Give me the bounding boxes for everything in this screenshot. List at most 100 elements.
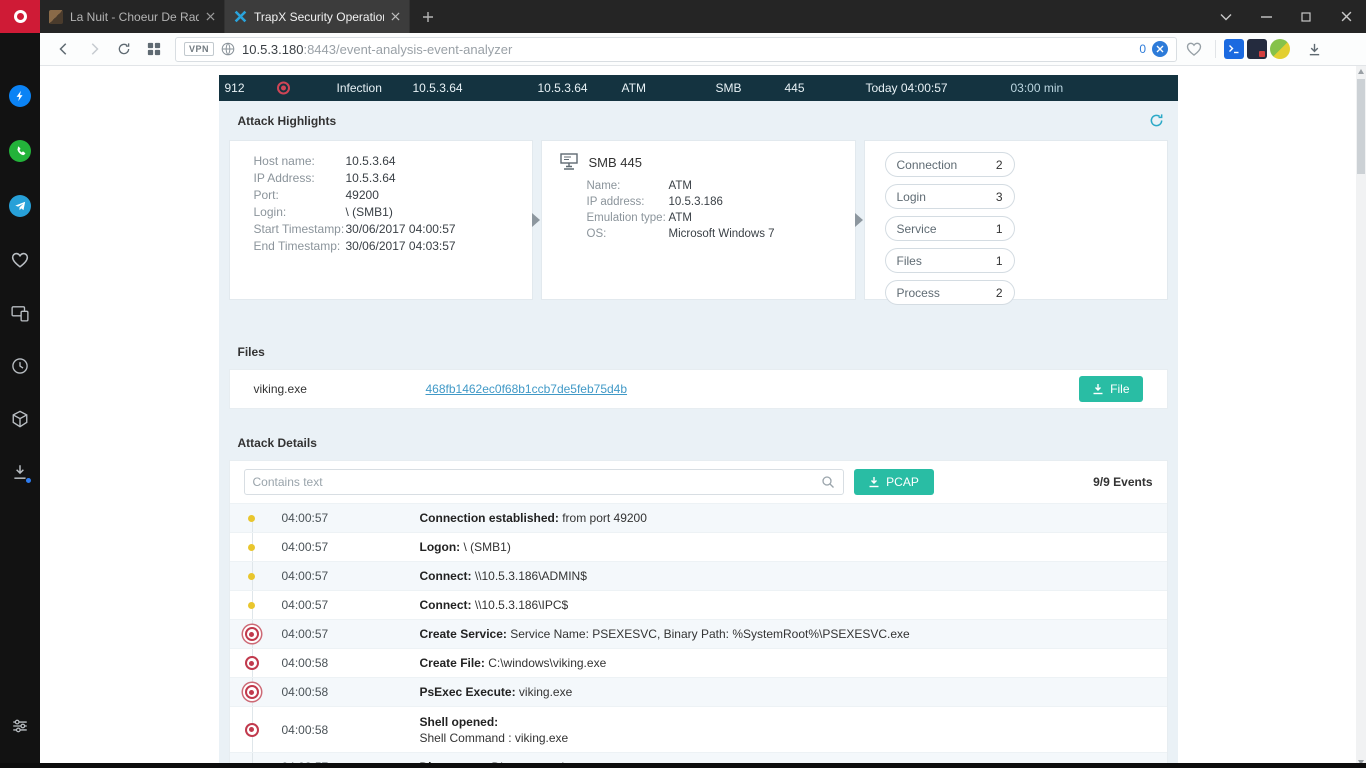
downloads-button[interactable] (1301, 36, 1328, 62)
extension-terminal-icon[interactable] (1224, 39, 1244, 59)
attacker-host-card: Host name: 10.5.3.64 IP Address: 10.5.3.64… (228, 140, 533, 300)
attack-details-panel: PCAP 9/9 Events 04:00:57 Connection esta… (228, 460, 1168, 768)
tab-bar: La Nuit - Choeur De Radio TrapX Security… (40, 0, 1366, 33)
favorites-heart-icon[interactable] (10, 250, 30, 270)
high-severity-target-icon (244, 722, 259, 737)
sidebar-settings-icon[interactable] (10, 716, 30, 736)
event-text: \ (SMB1) (460, 540, 511, 554)
event-time: 04:00:57 (281, 540, 329, 554)
event-counters-card: Connection 2 Login 3 Service 1 Files 1 Proce… (863, 140, 1168, 305)
scrollbar-thumb[interactable] (1357, 79, 1365, 174)
messenger-icon[interactable] (9, 85, 31, 107)
close-button[interactable] (1326, 0, 1366, 33)
forward-button[interactable] (80, 36, 107, 62)
counter-value: 1 (995, 253, 1003, 268)
counter-value: 2 (995, 157, 1003, 172)
kv-label: Login: (253, 205, 287, 219)
counter-process[interactable]: Process 2 (884, 280, 1015, 305)
event-item[interactable]: 04:00:57 Connect: \\10.5.3.186\IPC$ (229, 590, 1167, 619)
extension-icon-3[interactable] (1270, 39, 1290, 59)
event-time: 04:00:57 (281, 511, 329, 525)
minimize-button[interactable] (1246, 0, 1286, 33)
kv-value: Microsoft Windows 7 (668, 228, 775, 240)
tab-favicon (49, 9, 63, 24)
low-severity-dot-icon (248, 572, 255, 580)
my-flow-icon[interactable] (10, 303, 30, 323)
extension-icon-2[interactable] (1247, 39, 1267, 59)
tab-close-icon[interactable] (206, 12, 215, 21)
new-tab-button[interactable] (410, 0, 446, 33)
telegram-icon[interactable] (9, 195, 31, 217)
event-item[interactable]: 04:00:57 Logon: \ (SMB1) (229, 532, 1167, 561)
selected-event-row[interactable]: 912 Infection 10.5.3.64 10.5.3.64 ATM SM… (218, 75, 1178, 101)
event-time: 04:00:58 (281, 685, 329, 699)
search-box[interactable] (243, 469, 844, 495)
download-notification-dot (25, 477, 32, 484)
event-type: Infection (336, 81, 382, 95)
page-scrollbar[interactable] (1356, 66, 1366, 768)
kv-value: 10.5.3.64 (345, 154, 396, 168)
kv-value: 10.5.3.186 (668, 196, 723, 208)
counter-service[interactable]: Service 1 (884, 216, 1015, 241)
back-button[interactable] (50, 36, 77, 62)
event-item[interactable]: 04:00:57 Connection established: from po… (229, 503, 1167, 532)
url-path: :8443/event-analysis-event-analyzer (303, 41, 513, 57)
event-label: Create Service: (419, 627, 507, 641)
event-text: viking.exe (515, 685, 573, 699)
save-heart-icon[interactable] (1180, 36, 1207, 62)
vpn-badge[interactable]: VPN (184, 42, 215, 56)
infection-target-icon (276, 81, 290, 95)
event-text: Service Name: PSEXESVC, Binary Path: %Sy… (506, 627, 910, 641)
smb-server-icon (558, 152, 580, 172)
event-item[interactable]: 04:00:58 Create File: C:\windows\viking.… (229, 648, 1167, 677)
kv-label: Emulation type: (586, 212, 666, 224)
downloads-sidebar-icon[interactable] (10, 462, 32, 484)
event-item[interactable]: 04:00:57 Create Service: Service Name: P… (229, 619, 1167, 648)
event-text-line2: Shell Command : viking.exe (419, 730, 569, 745)
counter-label: Service (896, 221, 937, 236)
reload-button[interactable] (110, 36, 137, 62)
event-label: Connect: (419, 598, 472, 612)
file-row: viking.exe 468fb1462ec0f68b1ccb7de5feb75… (228, 369, 1168, 409)
kv-value: 10.5.3.64 (345, 171, 396, 185)
counter-value: 3 (995, 189, 1003, 204)
pcap-download-button[interactable]: PCAP (853, 469, 934, 495)
event-item[interactable]: 04:00:58 Shell opened: Shell Command : v… (229, 706, 1167, 752)
event-text: C:\windows\viking.exe (484, 656, 607, 670)
file-hash-link[interactable]: 468fb1462ec0f68b1ccb7de5feb75d4b (426, 382, 1080, 396)
event-service: SMB (715, 81, 742, 95)
event-item[interactable]: 04:00:58 PsExec Execute: viking.exe (229, 677, 1167, 706)
event-time: 04:00:57 (281, 569, 329, 583)
extensions-cube-icon[interactable] (10, 409, 30, 429)
counter-label: Connection (896, 157, 958, 172)
address-bar[interactable]: VPN 10.5.3.180:8443/event-analysis-event… (175, 36, 1177, 62)
whatsapp-icon[interactable] (9, 140, 31, 162)
event-label: Connect: (419, 569, 472, 583)
file-download-button[interactable]: File (1079, 376, 1143, 402)
kv-value: 30/06/2017 04:00:57 (345, 222, 456, 236)
search-icon (821, 475, 835, 489)
tab-trapx[interactable]: TrapX Security Operations (225, 0, 410, 33)
refresh-icon[interactable] (1149, 113, 1164, 128)
tab-close-icon[interactable] (391, 12, 400, 21)
maximize-button[interactable] (1286, 0, 1326, 33)
event-text: \\10.5.3.186\IPC$ (471, 598, 569, 612)
address-toolbar: VPN 10.5.3.180:8443/event-analysis-event… (40, 33, 1366, 66)
page-viewport: 912 Infection 10.5.3.64 10.5.3.64 ATM SM… (40, 66, 1366, 768)
search-input[interactable] (252, 475, 821, 489)
speed-dial-icon[interactable] (140, 36, 167, 62)
blocked-count: 0 (1139, 42, 1146, 56)
history-clock-icon[interactable] (10, 356, 30, 376)
tab-menu-icon[interactable] (1206, 0, 1246, 33)
url-host: 10.5.3.180 (242, 41, 304, 57)
opera-menu-button[interactable] (0, 0, 40, 33)
counter-files[interactable]: Files 1 (884, 248, 1015, 273)
event-item[interactable]: 04:00:57 Connect: \\10.5.3.186\ADMIN$ (229, 561, 1167, 590)
tab-la-nuit[interactable]: La Nuit - Choeur De Radio (40, 0, 225, 33)
counter-login[interactable]: Login 3 (884, 184, 1015, 209)
browser-window: La Nuit - Choeur De Radio TrapX Security… (0, 0, 1366, 768)
counter-connection[interactable]: Connection 2 (884, 152, 1015, 177)
scroll-up-arrow[interactable] (1358, 69, 1364, 74)
event-label: Logon: (419, 540, 461, 554)
blocker-shield-icon[interactable] (1152, 41, 1168, 57)
